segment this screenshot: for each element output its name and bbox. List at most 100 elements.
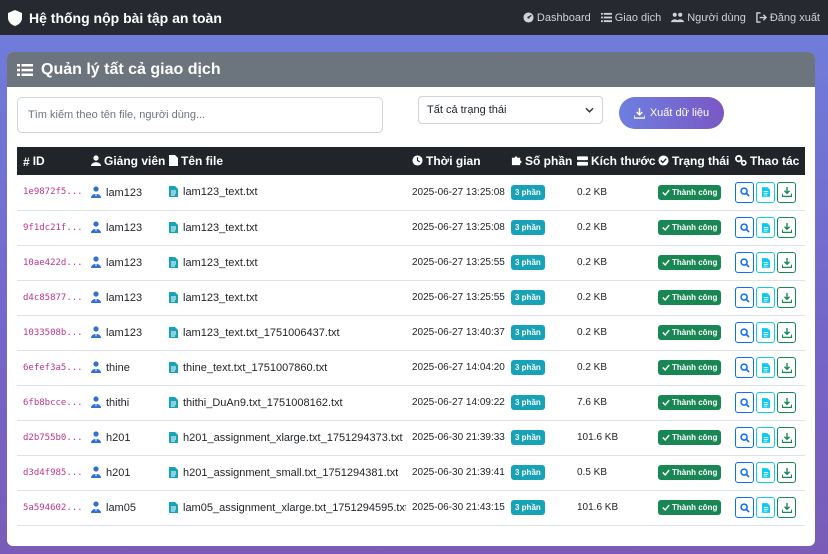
view-button[interactable] bbox=[735, 217, 754, 238]
parts-cell: 3 phần bbox=[505, 175, 571, 210]
status-badge: Thành công bbox=[658, 220, 722, 235]
download-icon bbox=[781, 432, 792, 443]
filename-text[interactable]: lam123_text.txt_1751006437.txt bbox=[183, 327, 340, 339]
file-alt-icon bbox=[169, 326, 178, 338]
row-actions bbox=[735, 181, 805, 203]
file-text-icon bbox=[761, 362, 770, 373]
file-text-icon bbox=[761, 187, 770, 198]
column-header-size[interactable]: Kích thước bbox=[571, 147, 656, 175]
nav-link-dashboard[interactable]: Dashboard bbox=[523, 12, 591, 24]
download-button[interactable] bbox=[777, 217, 796, 238]
details-button[interactable] bbox=[756, 322, 775, 343]
filename-text[interactable]: lam123_text.txt bbox=[183, 186, 258, 198]
file-alt-icon bbox=[169, 431, 178, 443]
details-button[interactable] bbox=[756, 357, 775, 378]
view-button[interactable] bbox=[735, 357, 754, 378]
view-button[interactable] bbox=[735, 287, 754, 308]
download-button[interactable] bbox=[777, 462, 796, 483]
status-filter-select[interactable]: Tất cả trạng thái bbox=[418, 96, 603, 124]
size-cell: 0.2 KB bbox=[577, 186, 608, 198]
nav-link-users[interactable]: Người dùng bbox=[671, 12, 746, 24]
transaction-id[interactable]: d4c85877... bbox=[17, 280, 85, 315]
details-button[interactable] bbox=[756, 392, 775, 413]
size-cell: 7.6 KB bbox=[577, 397, 608, 408]
time-cell: 2025-06-27 13:25:08 bbox=[412, 222, 505, 233]
column-header-filename[interactable]: Tên file bbox=[163, 147, 406, 175]
actions-cell bbox=[729, 490, 805, 525]
details-button[interactable] bbox=[756, 497, 775, 518]
details-button[interactable] bbox=[756, 462, 775, 483]
download-button[interactable] bbox=[777, 181, 796, 203]
filename-text[interactable]: lam123_text.txt bbox=[183, 222, 258, 234]
filename-text[interactable]: thine_text.txt_1751007860.txt bbox=[183, 362, 327, 374]
download-button[interactable] bbox=[777, 287, 796, 308]
filename-text[interactable]: thithi_DuAn9.txt_1751008162.txt bbox=[183, 397, 343, 409]
status-text: Thành công bbox=[672, 503, 718, 512]
transaction-id[interactable]: 5a594602... bbox=[17, 490, 85, 525]
column-header-time[interactable]: Thời gian bbox=[406, 147, 505, 175]
transaction-id[interactable]: 1e9872f5... bbox=[17, 175, 85, 210]
download-button[interactable] bbox=[777, 252, 796, 273]
transaction-id[interactable]: 1033508b... bbox=[17, 315, 85, 350]
time-cell: 2025-06-27 13:25:55 bbox=[412, 257, 505, 268]
export-button[interactable]: Xuất dữ liệu bbox=[619, 97, 724, 129]
column-header-id[interactable]: # ID bbox=[17, 147, 85, 175]
transaction-id[interactable]: 9f1dc21f... bbox=[17, 210, 85, 245]
nav-link-logout[interactable]: Đăng xuất bbox=[756, 12, 820, 24]
transaction-id[interactable]: d3d4f985... bbox=[17, 455, 85, 490]
view-button[interactable] bbox=[735, 252, 754, 273]
parts-badge: 3 phần bbox=[511, 395, 545, 410]
download-button[interactable] bbox=[777, 357, 796, 378]
teacher-cell: lam123 bbox=[85, 175, 163, 210]
transaction-id[interactable]: 10ae422d... bbox=[17, 245, 85, 280]
filename-text[interactable]: lam123_text.txt bbox=[183, 257, 258, 269]
filename-text[interactable]: lam123_text.txt bbox=[183, 292, 258, 304]
transaction-id[interactable]: 6efef3a5... bbox=[17, 350, 85, 385]
parts-cell: 3 phần bbox=[505, 245, 571, 280]
details-button[interactable] bbox=[756, 252, 775, 273]
status-badge: Thành công bbox=[658, 430, 722, 445]
details-button[interactable] bbox=[756, 287, 775, 308]
view-button[interactable] bbox=[735, 427, 754, 448]
file-alt-icon bbox=[169, 291, 178, 303]
actions-cell bbox=[729, 210, 805, 245]
view-button[interactable] bbox=[735, 497, 754, 518]
column-header-parts[interactable]: Số phần bbox=[505, 147, 572, 175]
details-button[interactable] bbox=[756, 217, 775, 238]
hdd-icon bbox=[577, 156, 588, 166]
parts-cell: 3 phần bbox=[505, 385, 571, 420]
filename-text[interactable]: lam05_assignment_xlarge.txt_1751294595.t… bbox=[183, 502, 406, 514]
download-button[interactable] bbox=[777, 322, 796, 343]
status-badge: Thành công bbox=[658, 184, 722, 200]
details-button[interactable] bbox=[756, 427, 775, 448]
column-header-status[interactable]: Trạng thái bbox=[652, 147, 729, 175]
download-button[interactable] bbox=[777, 497, 796, 518]
check-icon bbox=[662, 224, 670, 231]
column-header-teacher[interactable]: Giảng viên bbox=[85, 147, 165, 175]
nav-link-label: Đăng xuất bbox=[769, 11, 820, 24]
status-cell: Thành công bbox=[652, 350, 729, 385]
transaction-id[interactable]: d2b755b0... bbox=[17, 420, 85, 455]
search-icon bbox=[739, 362, 750, 373]
transaction-id[interactable]: 6fb8bcce... bbox=[17, 385, 85, 420]
brand-title: Hệ thống nộp bài tập an toàn bbox=[29, 9, 222, 26]
brand[interactable]: Hệ thống nộp bài tập an toàn bbox=[8, 9, 222, 26]
file-text-icon bbox=[761, 502, 770, 513]
view-button[interactable] bbox=[735, 462, 754, 483]
filename-text[interactable]: h201_assignment_small.txt_1751294381.txt bbox=[183, 467, 398, 479]
column-header-actions: Thao tác bbox=[729, 147, 805, 175]
download-button[interactable] bbox=[777, 392, 796, 413]
view-button[interactable] bbox=[735, 181, 754, 203]
filename-text[interactable]: h201_assignment_xlarge.txt_1751294373.tx… bbox=[183, 432, 403, 444]
check-icon bbox=[662, 504, 670, 511]
file-alt-icon bbox=[169, 186, 178, 198]
user-tie-icon bbox=[91, 466, 101, 478]
details-button[interactable] bbox=[756, 181, 775, 203]
teacher-cell: lam123 bbox=[85, 245, 163, 280]
nav-link-transactions[interactable]: Giao dịch bbox=[600, 12, 661, 24]
check-icon bbox=[662, 469, 670, 476]
download-button[interactable] bbox=[777, 427, 796, 448]
view-button[interactable] bbox=[735, 392, 754, 413]
search-input[interactable] bbox=[17, 97, 383, 133]
view-button[interactable] bbox=[735, 322, 754, 343]
